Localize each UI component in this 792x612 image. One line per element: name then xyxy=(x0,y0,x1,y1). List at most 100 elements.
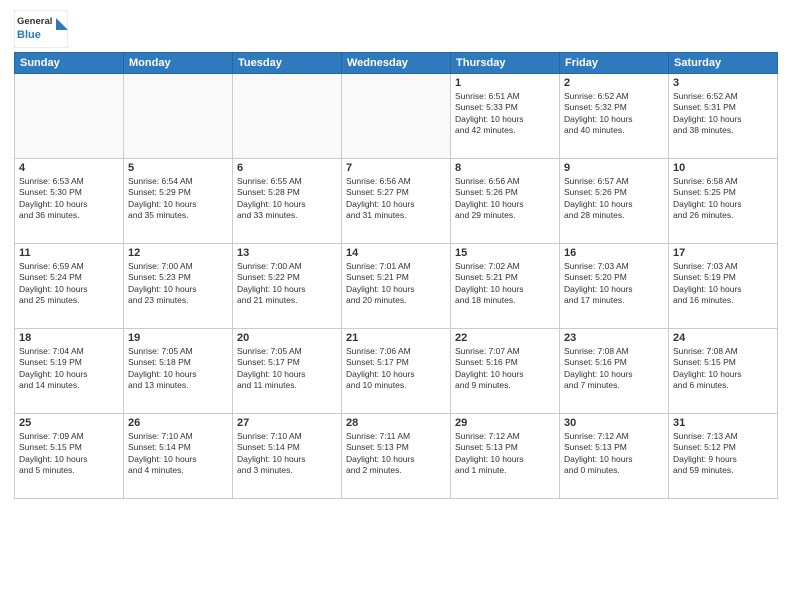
day-number: 18 xyxy=(19,332,119,344)
svg-text:General: General xyxy=(17,16,52,27)
day-info: Sunrise: 6:54 AM Sunset: 5:29 PM Dayligh… xyxy=(128,176,228,222)
calendar-cell: 30 Sunrise: 7:12 AM Sunset: 5:13 PM Dayli… xyxy=(560,414,669,499)
week-row: 18Sunrise: 7:04 AM Sunset: 5:19 PM Dayli… xyxy=(15,329,778,414)
calendar-cell: 16 Sunrise: 7:03 AM Sunset: 5:20 PM Dayli… xyxy=(560,244,669,329)
calendar-cell: 15 Sunrise: 7:02 AM Sunset: 5:21 PM Dayli… xyxy=(451,244,560,329)
day-info: Sunrise: 6:55 AM Sunset: 5:28 PM Dayligh… xyxy=(237,176,337,222)
calendar-cell: 24 Sunrise: 7:08 AM Sunset: 5:15 PM Dayli… xyxy=(669,329,778,414)
calendar-cell: 8 Sunrise: 6:56 AM Sunset: 5:26 PM Daylig… xyxy=(451,159,560,244)
day-info: Sunrise: 6:58 AM Sunset: 5:25 PM Dayligh… xyxy=(673,176,773,222)
day-info: Sunrise: 7:08 AM Sunset: 5:16 PM Dayligh… xyxy=(564,346,664,392)
calendar-cell: 26Sunrise: 7:10 AM Sunset: 5:14 PM Dayli… xyxy=(124,414,233,499)
day-number: 26 xyxy=(128,417,228,429)
calendar-table: SundayMondayTuesdayWednesdayThursdayFrid… xyxy=(14,52,778,499)
day-number: 7 xyxy=(346,162,446,174)
calendar-cell: 7 Sunrise: 6:56 AM Sunset: 5:27 PM Daylig… xyxy=(342,159,451,244)
calendar-cell: 2 Sunrise: 6:52 AM Sunset: 5:32 PM Daylig… xyxy=(560,74,669,159)
calendar-cell: 21 Sunrise: 7:06 AM Sunset: 5:17 PM Dayli… xyxy=(342,329,451,414)
weekday-header: Wednesday xyxy=(342,53,451,74)
day-info: Sunrise: 6:53 AM Sunset: 5:30 PM Dayligh… xyxy=(19,176,119,222)
calendar-cell xyxy=(15,74,124,159)
day-info: Sunrise: 7:03 AM Sunset: 5:20 PM Dayligh… xyxy=(564,261,664,307)
day-number: 2 xyxy=(564,77,664,89)
calendar-cell: 17 Sunrise: 7:03 AM Sunset: 5:19 PM Dayli… xyxy=(669,244,778,329)
day-info: Sunrise: 7:05 AM Sunset: 5:18 PM Dayligh… xyxy=(128,346,228,392)
day-info: Sunrise: 7:09 AM Sunset: 5:15 PM Dayligh… xyxy=(19,431,119,477)
day-info: Sunrise: 7:12 AM Sunset: 5:13 PM Dayligh… xyxy=(455,431,555,477)
day-info: Sunrise: 7:06 AM Sunset: 5:17 PM Dayligh… xyxy=(346,346,446,392)
calendar-cell: 29 Sunrise: 7:12 AM Sunset: 5:13 PM Dayli… xyxy=(451,414,560,499)
weekday-header: Monday xyxy=(124,53,233,74)
calendar-cell: 4 Sunrise: 6:53 AM Sunset: 5:30 PM Daylig… xyxy=(15,159,124,244)
day-number: 12 xyxy=(128,247,228,259)
day-number: 21 xyxy=(346,332,446,344)
day-info: Sunrise: 7:10 AM Sunset: 5:14 PM Dayligh… xyxy=(237,431,337,477)
day-info: Sunrise: 6:59 AM Sunset: 5:24 PM Dayligh… xyxy=(19,261,119,307)
calendar-cell: 12 Sunrise: 7:00 AM Sunset: 5:23 PM Dayli… xyxy=(124,244,233,329)
day-number: 23 xyxy=(564,332,664,344)
day-info: Sunrise: 7:01 AM Sunset: 5:21 PM Dayligh… xyxy=(346,261,446,307)
day-info: Sunrise: 7:02 AM Sunset: 5:21 PM Dayligh… xyxy=(455,261,555,307)
calendar-cell: 9 Sunrise: 6:57 AM Sunset: 5:26 PM Daylig… xyxy=(560,159,669,244)
weekday-header: Friday xyxy=(560,53,669,74)
calendar-cell: 27Sunrise: 7:10 AM Sunset: 5:14 PM Dayli… xyxy=(233,414,342,499)
day-info: Sunrise: 7:00 AM Sunset: 5:23 PM Dayligh… xyxy=(128,261,228,307)
day-number: 24 xyxy=(673,332,773,344)
calendar-cell xyxy=(233,74,342,159)
day-number: 20 xyxy=(237,332,337,344)
day-number: 11 xyxy=(19,247,119,259)
day-info: Sunrise: 6:51 AM Sunset: 5:33 PM Dayligh… xyxy=(455,91,555,137)
day-info: Sunrise: 7:07 AM Sunset: 5:16 PM Dayligh… xyxy=(455,346,555,392)
day-number: 31 xyxy=(673,417,773,429)
day-info: Sunrise: 7:05 AM Sunset: 5:17 PM Dayligh… xyxy=(237,346,337,392)
day-number: 16 xyxy=(564,247,664,259)
day-number: 4 xyxy=(19,162,119,174)
calendar-cell: 11 Sunrise: 6:59 AM Sunset: 5:24 PM Dayli… xyxy=(15,244,124,329)
calendar-cell: 31 Sunrise: 7:13 AM Sunset: 5:12 PM Dayli… xyxy=(669,414,778,499)
day-info: Sunrise: 6:56 AM Sunset: 5:27 PM Dayligh… xyxy=(346,176,446,222)
day-number: 28 xyxy=(346,417,446,429)
week-row: 4 Sunrise: 6:53 AM Sunset: 5:30 PM Daylig… xyxy=(15,159,778,244)
day-number: 10 xyxy=(673,162,773,174)
calendar-cell xyxy=(124,74,233,159)
calendar-cell: 13Sunrise: 7:00 AM Sunset: 5:22 PM Dayli… xyxy=(233,244,342,329)
header: General Blue xyxy=(14,10,778,48)
day-info: Sunrise: 6:56 AM Sunset: 5:26 PM Dayligh… xyxy=(455,176,555,222)
weekday-header: Sunday xyxy=(15,53,124,74)
weekday-header: Tuesday xyxy=(233,53,342,74)
day-info: Sunrise: 7:11 AM Sunset: 5:13 PM Dayligh… xyxy=(346,431,446,477)
calendar-cell: 14 Sunrise: 7:01 AM Sunset: 5:21 PM Dayli… xyxy=(342,244,451,329)
day-number: 5 xyxy=(128,162,228,174)
day-info: Sunrise: 6:52 AM Sunset: 5:32 PM Dayligh… xyxy=(564,91,664,137)
day-number: 29 xyxy=(455,417,555,429)
day-number: 15 xyxy=(455,247,555,259)
day-info: Sunrise: 7:03 AM Sunset: 5:19 PM Dayligh… xyxy=(673,261,773,307)
day-number: 22 xyxy=(455,332,555,344)
calendar-cell: 23 Sunrise: 7:08 AM Sunset: 5:16 PM Dayli… xyxy=(560,329,669,414)
calendar-cell xyxy=(342,74,451,159)
weekday-header: Thursday xyxy=(451,53,560,74)
day-info: Sunrise: 7:13 AM Sunset: 5:12 PM Dayligh… xyxy=(673,431,773,477)
week-row: 1 Sunrise: 6:51 AM Sunset: 5:33 PM Daylig… xyxy=(15,74,778,159)
calendar-cell: 5 Sunrise: 6:54 AM Sunset: 5:29 PM Daylig… xyxy=(124,159,233,244)
calendar-cell: 3Sunrise: 6:52 AM Sunset: 5:31 PM Daylig… xyxy=(669,74,778,159)
day-number: 17 xyxy=(673,247,773,259)
header-row: SundayMondayTuesdayWednesdayThursdayFrid… xyxy=(15,53,778,74)
calendar-cell: 6Sunrise: 6:55 AM Sunset: 5:28 PM Daylig… xyxy=(233,159,342,244)
calendar-cell: 20 Sunrise: 7:05 AM Sunset: 5:17 PM Dayli… xyxy=(233,329,342,414)
day-number: 25 xyxy=(19,417,119,429)
day-number: 14 xyxy=(346,247,446,259)
day-number: 1 xyxy=(455,77,555,89)
page: General Blue SundayMondayTuesdayWednesda… xyxy=(0,0,792,612)
day-info: Sunrise: 6:57 AM Sunset: 5:26 PM Dayligh… xyxy=(564,176,664,222)
day-number: 9 xyxy=(564,162,664,174)
calendar-cell: 18Sunrise: 7:04 AM Sunset: 5:19 PM Dayli… xyxy=(15,329,124,414)
day-number: 8 xyxy=(455,162,555,174)
calendar-cell: 10 Sunrise: 6:58 AM Sunset: 5:25 PM Dayli… xyxy=(669,159,778,244)
calendar-cell: 25 Sunrise: 7:09 AM Sunset: 5:15 PM Dayli… xyxy=(15,414,124,499)
day-info: Sunrise: 6:52 AM Sunset: 5:31 PM Dayligh… xyxy=(673,91,773,137)
day-info: Sunrise: 7:08 AM Sunset: 5:15 PM Dayligh… xyxy=(673,346,773,392)
day-number: 30 xyxy=(564,417,664,429)
day-info: Sunrise: 7:12 AM Sunset: 5:13 PM Dayligh… xyxy=(564,431,664,477)
week-row: 11 Sunrise: 6:59 AM Sunset: 5:24 PM Dayli… xyxy=(15,244,778,329)
